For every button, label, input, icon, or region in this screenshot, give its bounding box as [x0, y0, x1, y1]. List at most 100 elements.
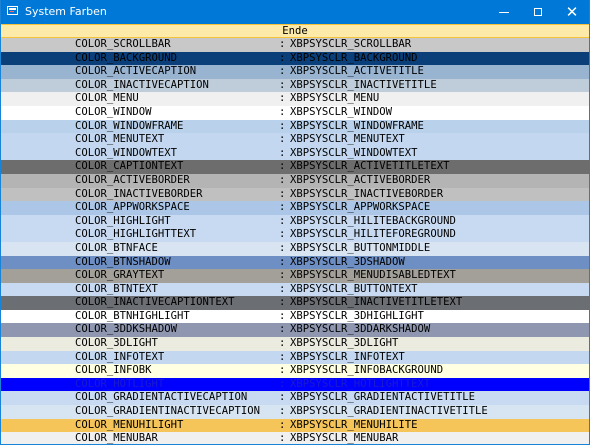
- xbp-constant-name: XBPSYSCLR_WINDOWTEXT: [290, 146, 418, 159]
- list-item[interactable]: COLOR_MENUBAR: XBPSYSCLR_MENUBAR: [1, 432, 589, 444]
- separator-colon: :: [279, 309, 286, 322]
- xbp-constant-name: XBPSYSCLR_APPWORKSPACE: [290, 201, 431, 214]
- separator-colon: :: [279, 119, 286, 132]
- list-item[interactable]: COLOR_BTNSHADOW: XBPSYSCLR_3DSHADOW: [1, 255, 589, 270]
- color-constant-name: COLOR_INACTIVEBORDER: [75, 187, 203, 200]
- close-icon: ✕: [565, 3, 579, 21]
- color-constant-name: COLOR_SCROLLBAR: [75, 38, 171, 50]
- color-constant-name: COLOR_ACTIVEBORDER: [75, 173, 190, 186]
- minimize-icon: [499, 11, 509, 13]
- separator-colon: :: [279, 418, 286, 431]
- separator-colon: :: [279, 214, 286, 227]
- color-constant-name: COLOR_MENU: [75, 92, 139, 105]
- list-item[interactable]: COLOR_SCROLLBAR: XBPSYSCLR_SCROLLBAR: [1, 38, 589, 52]
- xbp-constant-name: XBPSYSCLR_ACTIVETITLETEXT: [290, 160, 450, 173]
- list-item[interactable]: COLOR_GRAYTEXT: XBPSYSCLR_MENUDISABLEDTEX…: [1, 269, 589, 283]
- separator-colon: :: [279, 391, 286, 404]
- color-constant-name: COLOR_HIGHLIGHTTEXT: [75, 228, 197, 241]
- list-item[interactable]: COLOR_APPWORKSPACE: XBPSYSCLR_APPWORKSPAC…: [1, 201, 589, 215]
- minimize-button[interactable]: [487, 0, 521, 24]
- title-bar[interactable]: System Farben ✕: [1, 0, 589, 24]
- xbp-constant-name: XBPSYSCLR_INFOTEXT: [290, 350, 405, 363]
- list-item[interactable]: COLOR_3DDKSHADOW: XBPSYSCLR_3DDARKSHADOW: [1, 323, 589, 338]
- list-header-end[interactable]: Ende: [1, 24, 589, 38]
- list-item[interactable]: COLOR_GRADIENTACTIVECAPTION: XBPSYSCLR_GR…: [1, 391, 589, 406]
- list-item[interactable]: COLOR_CAPTIONTEXT: XBPSYSCLR_ACTIVETITLET…: [1, 160, 589, 174]
- separator-colon: :: [279, 92, 286, 105]
- xbp-constant-name: XBPSYSCLR_GRADIENTINACTIVETITLE: [290, 405, 488, 418]
- xbp-constant-name: XBPSYSCLR_INACTIVEBORDER: [290, 187, 444, 200]
- color-constant-name: COLOR_BTNTEXT: [75, 282, 158, 295]
- xbp-constant-name: XBPSYSCLR_INACTIVETITLE: [290, 78, 437, 91]
- list-item[interactable]: COLOR_HIGHLIGHT: XBPSYSCLR_HILITEBACKGROU…: [1, 214, 589, 229]
- separator-colon: :: [279, 146, 286, 159]
- system-color-list[interactable]: Ende COLOR_SCROLLBAR: XBPSYSCLR_SCROLLBAR…: [1, 24, 589, 444]
- list-item[interactable]: COLOR_WINDOWTEXT: XBPSYSCLR_WINDOWTEXT: [1, 146, 589, 161]
- list-item[interactable]: COLOR_3DLIGHT: XBPSYSCLR_3DLIGHT: [1, 337, 589, 351]
- list-item[interactable]: COLOR_WINDOW: XBPSYSCLR_WINDOW: [1, 105, 589, 120]
- xbp-constant-name: XBPSYSCLR_BUTTONTEXT: [290, 282, 418, 295]
- separator-colon: :: [279, 255, 286, 268]
- separator-colon: :: [279, 432, 286, 444]
- xbp-constant-name: XBPSYSCLR_WINDOWFRAME: [290, 119, 424, 132]
- separator-colon: :: [279, 105, 286, 118]
- separator-colon: :: [279, 269, 286, 282]
- list-item[interactable]: COLOR_BACKGROUND: XBPSYSCLR_BACKGROUND: [1, 51, 589, 66]
- list-item[interactable]: COLOR_MENUTEXT: XBPSYSCLR_MENUTEXT: [1, 133, 589, 147]
- separator-colon: :: [279, 405, 286, 418]
- color-constant-name: COLOR_3DDKSHADOW: [75, 323, 178, 336]
- color-constant-name: COLOR_WINDOWTEXT: [75, 146, 178, 159]
- color-constant-name: COLOR_BACKGROUND: [75, 51, 178, 64]
- color-constant-name: COLOR_BTNSHADOW: [75, 255, 171, 268]
- xbp-constant-name: XBPSYSCLR_GRADIENTACTIVETITLE: [290, 391, 475, 404]
- xbp-constant-name: XBPSYSCLR_HOTLIGHTTEXT: [290, 377, 431, 390]
- xbp-constant-name: XBPSYSCLR_ACTIVEBORDER: [290, 173, 431, 186]
- list-item[interactable]: COLOR_BTNHIGHLIGHT: XBPSYSCLR_3DHIGHLIGHT: [1, 309, 589, 324]
- list-item[interactable]: COLOR_HOTLIGHT: XBPSYSCLR_HOTLIGHTTEXT: [1, 377, 589, 392]
- maximize-icon: [534, 8, 542, 16]
- list-item[interactable]: COLOR_INFOBK: XBPSYSCLR_INFOBACKGROUND: [1, 364, 589, 378]
- list-item[interactable]: COLOR_GRADIENTINACTIVECAPTION: XBPSYSCLR_…: [1, 405, 589, 419]
- window-title: System Farben: [25, 5, 107, 18]
- close-button[interactable]: ✕: [555, 0, 589, 24]
- color-constant-name: COLOR_HOTLIGHT: [75, 377, 165, 390]
- list-item[interactable]: COLOR_BTNFACE: XBPSYSCLR_BUTTONMIDDLE: [1, 241, 589, 256]
- color-constant-name: COLOR_INFOTEXT: [75, 350, 165, 363]
- app-window-icon[interactable]: [7, 6, 18, 15]
- separator-colon: :: [279, 173, 286, 186]
- list-item[interactable]: COLOR_ACTIVECAPTION: XBPSYSCLR_ACTIVETITL…: [1, 65, 589, 79]
- app-window: System Farben ✕ Ende COLOR_SCROLLBAR: XBP…: [0, 0, 590, 445]
- color-constant-name: COLOR_BTNFACE: [75, 241, 158, 254]
- list-item[interactable]: COLOR_BTNTEXT: XBPSYSCLR_BUTTONTEXT: [1, 282, 589, 297]
- xbp-constant-name: XBPSYSCLR_3DHIGHLIGHT: [290, 309, 424, 322]
- list-item[interactable]: COLOR_WINDOWFRAME: XBPSYSCLR_WINDOWFRAME: [1, 119, 589, 134]
- color-constant-name: COLOR_MENUBAR: [75, 432, 158, 444]
- list-item[interactable]: COLOR_MENU: XBPSYSCLR_MENU: [1, 92, 589, 106]
- separator-colon: :: [279, 201, 286, 214]
- separator-colon: :: [279, 323, 286, 336]
- xbp-constant-name: XBPSYSCLR_MENUDISABLEDTEXT: [290, 269, 456, 282]
- color-constant-name: COLOR_WINDOWFRAME: [75, 119, 184, 132]
- list-item[interactable]: COLOR_INACTIVECAPTION: XBPSYSCLR_INACTIVE…: [1, 78, 589, 93]
- xbp-constant-name: XBPSYSCLR_3DSHADOW: [290, 255, 405, 268]
- color-constant-name: COLOR_BTNHIGHLIGHT: [75, 309, 190, 322]
- list-item[interactable]: COLOR_INACTIVEBORDER: XBPSYSCLR_INACTIVEB…: [1, 187, 589, 202]
- separator-colon: :: [279, 133, 286, 146]
- color-constant-name: COLOR_MENUHILIGHT: [75, 418, 184, 431]
- xbp-constant-name: XBPSYSCLR_MENUBAR: [290, 432, 399, 444]
- list-item[interactable]: COLOR_MENUHILIGHT: XBPSYSCLR_MENUHILITE: [1, 418, 589, 433]
- separator-colon: :: [279, 65, 286, 78]
- list-item[interactable]: COLOR_HIGHLIGHTTEXT: XBPSYSCLR_HILITEFORE…: [1, 228, 589, 242]
- xbp-constant-name: XBPSYSCLR_WINDOW: [290, 105, 393, 118]
- list-item[interactable]: COLOR_INACTIVECAPTIONTEXT: XBPSYSCLR_INAC…: [1, 296, 589, 310]
- separator-colon: :: [279, 187, 286, 200]
- color-constant-name: COLOR_INFOBK: [75, 364, 152, 377]
- color-constant-name: COLOR_MENUTEXT: [75, 133, 165, 146]
- separator-colon: :: [279, 296, 286, 309]
- maximize-button[interactable]: [521, 0, 555, 24]
- color-constant-name: COLOR_GRADIENTACTIVECAPTION: [75, 391, 248, 404]
- xbp-constant-name: XBPSYSCLR_HILITEBACKGROUND: [290, 214, 456, 227]
- separator-colon: :: [279, 160, 286, 173]
- list-item[interactable]: COLOR_INFOTEXT: XBPSYSCLR_INFOTEXT: [1, 350, 589, 365]
- list-item[interactable]: COLOR_ACTIVEBORDER: XBPSYSCLR_ACTIVEBORDE…: [1, 173, 589, 188]
